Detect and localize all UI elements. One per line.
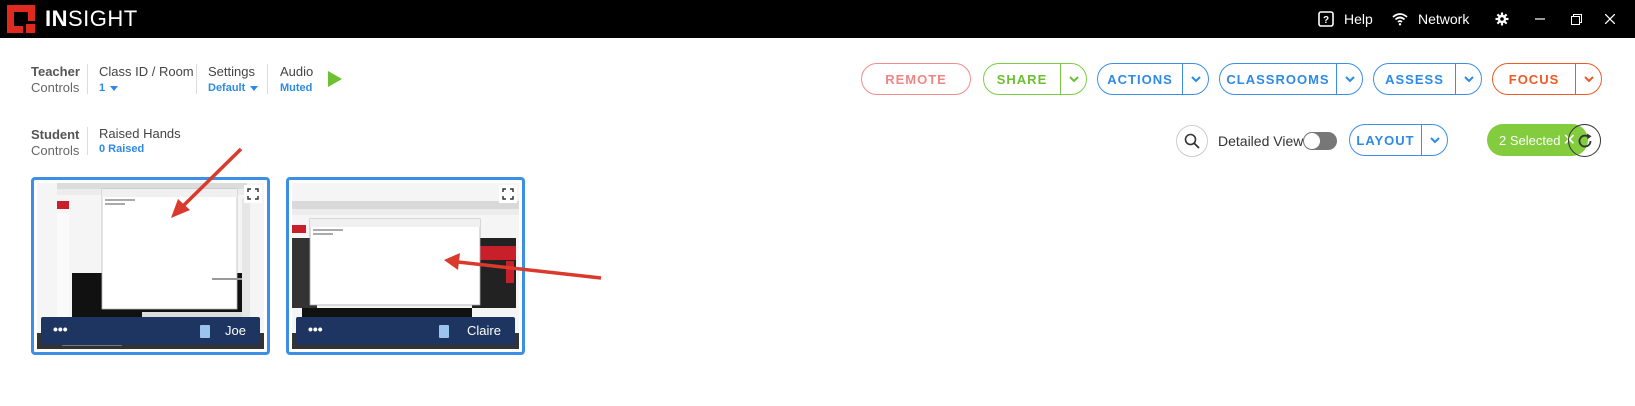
arrow-head-icon xyxy=(444,253,460,270)
annotation-arrow xyxy=(457,260,602,280)
annotation-arrow xyxy=(178,147,243,211)
annotation-arrows xyxy=(171,147,602,280)
